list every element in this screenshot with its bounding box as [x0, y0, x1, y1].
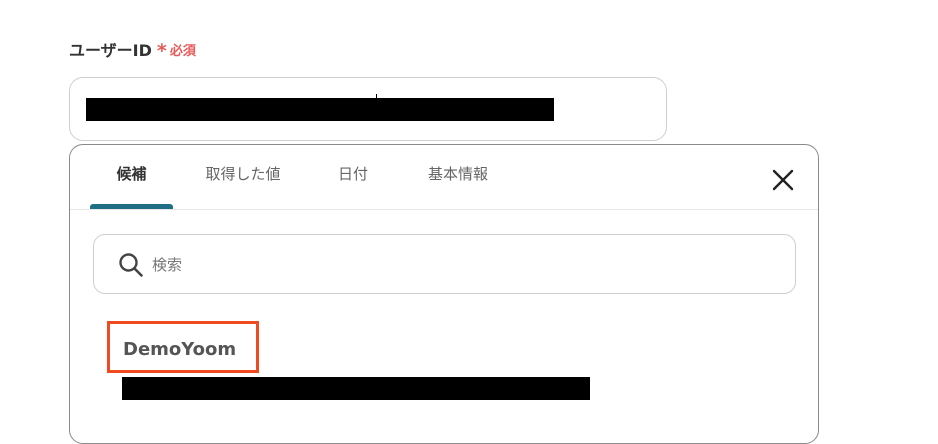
field-label-text: ユーザーID — [69, 41, 152, 60]
search-box[interactable] — [93, 234, 796, 294]
close-button[interactable] — [768, 165, 798, 195]
value-picker-dropdown: 候補 取得した値 日付 基本情報 DemoYoom — [69, 144, 819, 444]
search-icon — [119, 253, 143, 277]
close-icon — [772, 169, 794, 191]
list-item[interactable]: DemoYoom — [70, 317, 818, 407]
required-asterisk: * — [156, 40, 167, 62]
search-input[interactable] — [152, 253, 752, 277]
tab-basic-info[interactable]: 基本情報 — [408, 163, 508, 209]
user-id-input[interactable] — [69, 77, 667, 141]
tab-label: 候補 — [116, 165, 147, 183]
tab-obtained-values[interactable]: 取得した値 — [188, 163, 298, 209]
tab-bar: 候補 取得した値 日付 基本情報 — [70, 145, 818, 210]
tab-label: 取得した値 — [205, 165, 281, 183]
active-tab-indicator — [90, 204, 173, 209]
tab-label: 基本情報 — [427, 165, 488, 183]
redacted-input-value — [86, 98, 554, 121]
tab-label: 日付 — [337, 165, 368, 183]
tab-date[interactable]: 日付 — [318, 163, 388, 209]
required-text: 必須 — [169, 43, 196, 59]
tab-candidates[interactable]: 候補 — [90, 163, 173, 209]
text-caret — [376, 94, 377, 102]
user-id-label: ユーザーID * 必須 — [69, 36, 196, 62]
result-title: DemoYoom — [123, 339, 237, 360]
redacted-result-value — [122, 377, 590, 400]
